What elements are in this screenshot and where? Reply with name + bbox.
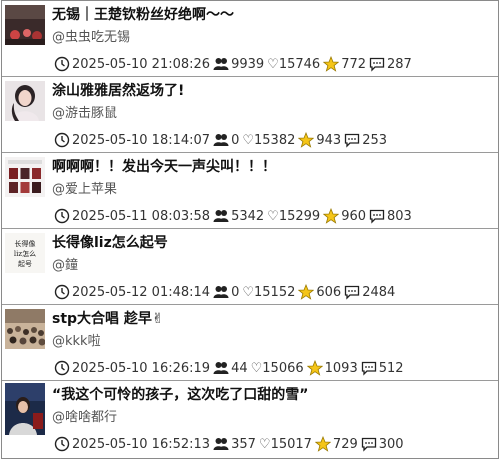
post-meta: 2025-05-10 21:08:26 9939 ♡ 15746 772 287 xyxy=(54,55,415,73)
star-icon xyxy=(323,208,340,224)
heart-icon: ♡ xyxy=(242,284,255,300)
list-item[interactable]: “我这个可怜的孩子，这次吃了口甜的雪” @啥啥都行 2025-05-10 16:… xyxy=(2,381,498,457)
post-meta: 2025-05-12 01:48:14 0 ♡ 15152 606 2484 xyxy=(54,283,398,301)
post-stars: 606 xyxy=(316,284,342,300)
post-title[interactable]: 长得像liz怎么起号 xyxy=(52,233,492,253)
star-icon xyxy=(314,436,331,452)
star-icon xyxy=(306,360,323,376)
post-views: 5342 xyxy=(231,208,265,224)
post-likes: 15299 xyxy=(278,208,321,224)
list-item[interactable]: 啊啊啊！！发出今天一声尖叫！！！ @爱上苹果 2025-05-11 08:03:… xyxy=(2,153,498,229)
list-item[interactable]: 涂山雅雅居然返场了! @游击豚鼠 2025-05-10 18:14:07 0 ♡… xyxy=(2,77,498,153)
post-views: 0 xyxy=(231,132,240,148)
heart-icon: ♡ xyxy=(250,360,263,376)
comment-icon xyxy=(369,56,385,72)
post-comments: 2484 xyxy=(362,284,396,300)
post-meta: 2025-05-10 16:26:19 44 ♡ 15066 1093 512 xyxy=(54,359,407,377)
post-title[interactable]: 啊啊啊！！发出今天一声尖叫！！！ xyxy=(52,157,492,177)
comment-icon xyxy=(344,132,360,148)
heart-icon: ♡ xyxy=(242,132,255,148)
post-stars: 943 xyxy=(316,132,342,148)
post-title[interactable]: “我这个可怜的孩子，这次吃了口甜的雪” xyxy=(52,385,492,405)
post-thumbnail[interactable]: 长得像 liz怎么 起号 xyxy=(5,233,45,273)
post-views: 44 xyxy=(231,360,248,376)
post-stars: 1093 xyxy=(324,360,358,376)
comment-icon xyxy=(361,360,377,376)
post-thumbnail[interactable] xyxy=(5,157,45,197)
comment-icon xyxy=(369,208,385,224)
post-author[interactable]: @kkk啦 xyxy=(52,333,101,351)
list-item[interactable]: 无锡｜王楚钦粉丝好绝啊～～ @虫虫吃无锡 2025-05-10 21:08:26… xyxy=(2,1,498,77)
post-views: 357 xyxy=(231,436,256,452)
post-likes: 15746 xyxy=(278,56,321,72)
post-thumbnail[interactable] xyxy=(5,383,45,435)
clock-icon xyxy=(54,436,70,452)
post-title[interactable]: 涂山雅雅居然返场了! xyxy=(52,81,492,101)
post-author[interactable]: @虫虫吃无锡 xyxy=(52,29,130,47)
post-comments: 512 xyxy=(378,360,404,376)
people-icon xyxy=(213,56,229,72)
post-time: 2025-05-11 08:03:58 xyxy=(72,208,211,224)
post-time: 2025-05-12 01:48:14 xyxy=(72,284,211,300)
clock-icon xyxy=(54,208,70,224)
post-likes: 15152 xyxy=(254,284,296,300)
post-views: 0 xyxy=(231,284,240,300)
post-comments: 253 xyxy=(362,132,388,148)
star-icon xyxy=(298,132,315,148)
post-thumbnail[interactable] xyxy=(5,81,45,121)
post-stars: 729 xyxy=(332,436,358,452)
post-author[interactable]: @爱上苹果 xyxy=(52,181,117,199)
post-list: 无锡｜王楚钦粉丝好绝啊～～ @虫虫吃无锡 2025-05-10 21:08:26… xyxy=(1,0,499,459)
post-author[interactable]: @游击豚鼠 xyxy=(52,105,117,123)
post-author[interactable]: @啥啥都行 xyxy=(52,409,117,427)
people-icon xyxy=(213,132,229,148)
people-icon xyxy=(213,360,229,376)
list-item[interactable]: 长得像 liz怎么 起号 长得像liz怎么起号 @鐘 2025-05-12 01… xyxy=(2,229,498,305)
clock-icon xyxy=(54,132,70,148)
post-time: 2025-05-10 18:14:07 xyxy=(72,132,211,148)
clock-icon xyxy=(54,360,70,376)
post-comments: 300 xyxy=(378,436,404,452)
comment-icon xyxy=(344,284,360,300)
post-author[interactable]: @鐘 xyxy=(52,257,78,275)
post-likes: 15382 xyxy=(254,132,296,148)
star-icon xyxy=(323,56,340,72)
post-likes: 15066 xyxy=(262,360,304,376)
post-comments: 803 xyxy=(387,208,412,224)
heart-icon: ♡ xyxy=(267,208,279,224)
post-thumbnail[interactable] xyxy=(5,309,45,349)
post-meta: 2025-05-10 18:14:07 0 ♡ 15382 943 253 xyxy=(54,131,390,149)
post-views: 9939 xyxy=(231,56,265,72)
post-title[interactable]: stp大合唱 趁早✌ xyxy=(52,309,492,329)
people-icon xyxy=(213,208,229,224)
thumbnail-handwriting: 长得像 liz怎么 起号 xyxy=(13,240,37,268)
post-thumbnail[interactable] xyxy=(5,5,45,45)
post-stars: 960 xyxy=(341,208,367,224)
list-item[interactable]: stp大合唱 趁早✌ @kkk啦 2025-05-10 16:26:19 44 … xyxy=(2,305,498,381)
clock-icon xyxy=(54,56,70,72)
post-likes: 15017 xyxy=(270,436,312,452)
clock-icon xyxy=(54,284,70,300)
comment-icon xyxy=(361,436,377,452)
people-icon xyxy=(213,436,229,452)
heart-icon: ♡ xyxy=(267,56,279,72)
post-time: 2025-05-10 16:52:13 xyxy=(72,436,211,452)
post-title[interactable]: 无锡｜王楚钦粉丝好绝啊～～ xyxy=(52,5,492,25)
star-icon xyxy=(298,284,315,300)
post-stars: 772 xyxy=(341,56,367,72)
post-time: 2025-05-10 21:08:26 xyxy=(72,56,211,72)
heart-icon: ♡ xyxy=(258,436,271,452)
post-time: 2025-05-10 16:26:19 xyxy=(72,360,211,376)
post-comments: 287 xyxy=(387,56,412,72)
post-meta: 2025-05-11 08:03:58 5342 ♡ 15299 960 803 xyxy=(54,207,415,225)
people-icon xyxy=(213,284,229,300)
post-meta: 2025-05-10 16:52:13 357 ♡ 15017 729 300 xyxy=(54,435,407,453)
